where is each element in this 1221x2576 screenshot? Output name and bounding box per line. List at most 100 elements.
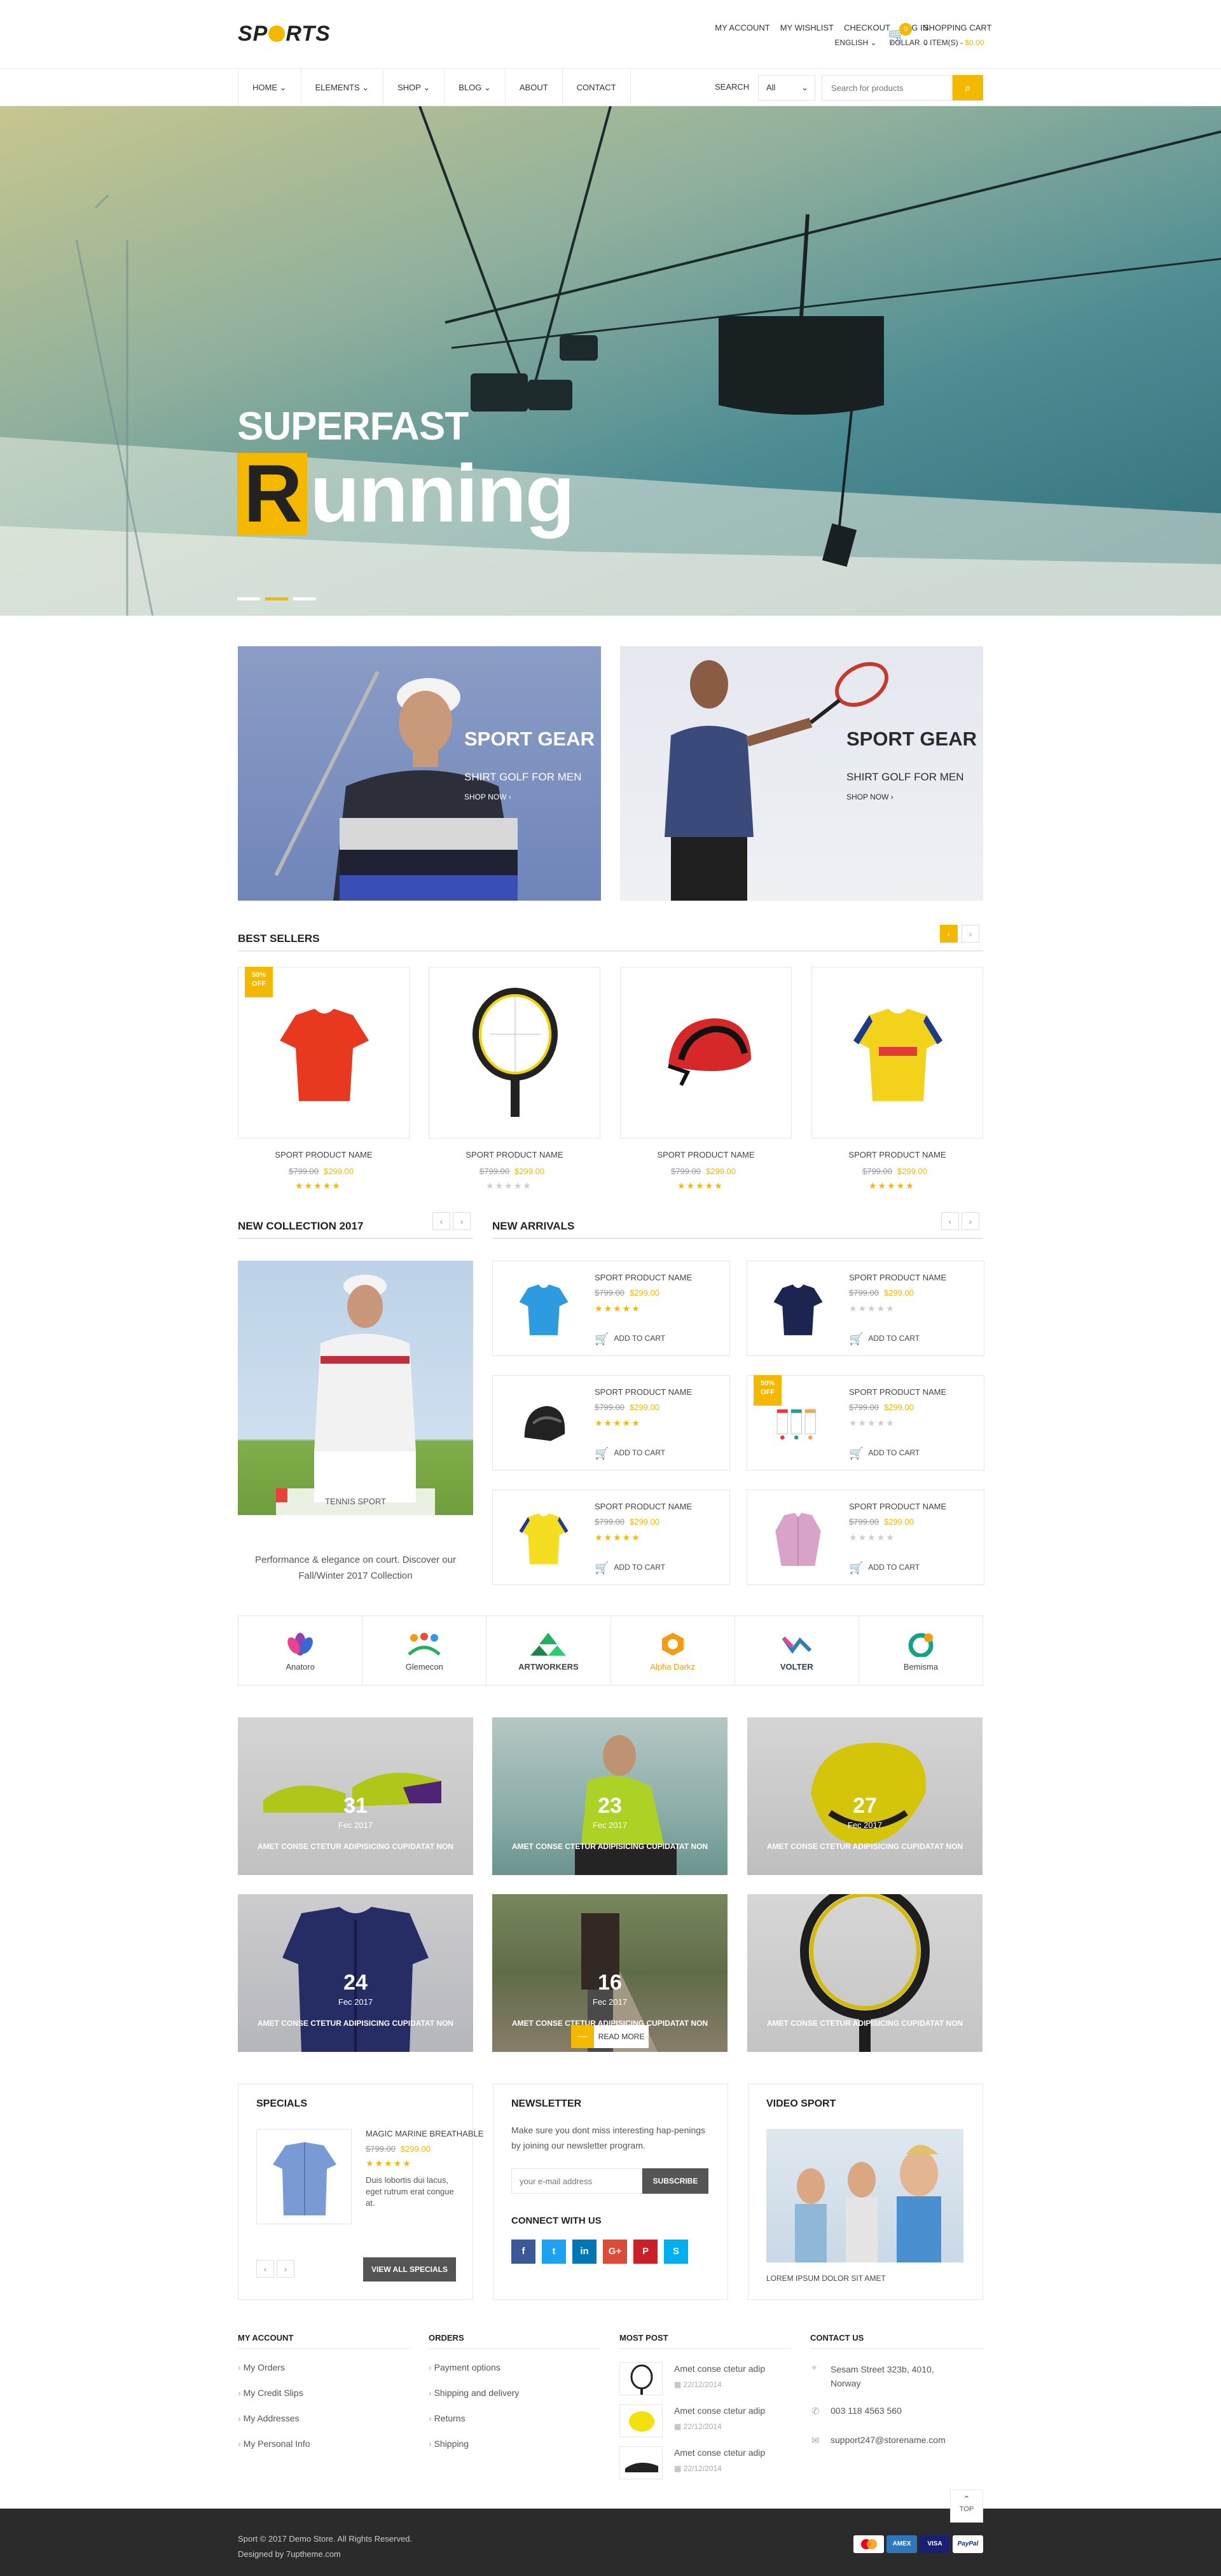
- my-wishlist-link[interactable]: MY WISHLIST: [780, 23, 834, 32]
- brand-logo-bemisma[interactable]: Bemisma: [859, 1616, 983, 1685]
- post-thumbnail[interactable]: [619, 2446, 663, 2479]
- arrival-card[interactable]: SPORT PRODUCT NAME $799.00 $299.00 ★★★★★ 🛒 AD…: [492, 1375, 730, 1471]
- promo-banner-tennis[interactable]: SPORT GEAR SHIRT GOLF FOR MEN SHOP NOW ›: [620, 646, 983, 901]
- linkedin-icon[interactable]: in: [572, 2240, 597, 2264]
- product-card[interactable]: 50% OFF: [238, 967, 410, 1139]
- product-name[interactable]: SPORT PRODUCT NAME: [811, 1150, 983, 1160]
- prev-arrow-button[interactable]: ‹: [940, 925, 958, 943]
- search-input[interactable]: [822, 75, 953, 100]
- slider-dot[interactable]: [237, 597, 260, 600]
- prev-arrow-button[interactable]: ‹: [432, 1212, 450, 1230]
- arrival-card[interactable]: SPORT PRODUCT NAME $799.00 $299.00 ★★★★★ 🛒 AD…: [747, 1490, 984, 1585]
- product-name[interactable]: SPORT PRODUCT NAME: [849, 1387, 946, 1397]
- shop-now-link[interactable]: SHOP NOW ›: [464, 793, 511, 801]
- add-to-cart-button[interactable]: 🛒 ADD TO CART: [595, 1447, 665, 1460]
- prev-arrow-button[interactable]: ‹: [941, 1212, 959, 1230]
- next-arrow-button[interactable]: ›: [962, 1212, 979, 1230]
- arrival-card[interactable]: SPORT PRODUCT NAME $799.00 $299.00 ★★★★★ 🛒 AD…: [492, 1490, 730, 1585]
- footer-link-credit-slips[interactable]: › My Credit Slips: [238, 2388, 303, 2398]
- brand-logo-artworkers[interactable]: ARTWORKERS: [486, 1616, 611, 1685]
- skype-icon[interactable]: S: [664, 2240, 688, 2264]
- product-name[interactable]: SPORT PRODUCT NAME: [595, 1273, 692, 1282]
- brand-logo-anatoro[interactable]: Anatoro: [238, 1616, 363, 1685]
- footer-link-payment-options[interactable]: › Payment options: [429, 2362, 500, 2372]
- slider-dot-active[interactable]: [265, 597, 288, 600]
- blog-post-card[interactable]: 16 Fec 2017 AMET CONSE CTETUR ADIPISICING …: [492, 1894, 728, 2052]
- contact-phone[interactable]: 003 118 4563 560: [831, 2406, 902, 2416]
- product-card[interactable]: [811, 967, 983, 1139]
- product-name[interactable]: SPORT PRODUCT NAME: [595, 1502, 692, 1511]
- blog-post-card[interactable]: 31 Fec 2017 AMET CONSE CTETUR ADIPISICING …: [238, 1717, 473, 1875]
- back-to-top-button[interactable]: ⌃ TOP: [950, 2489, 983, 2523]
- read-more-button[interactable]: READ MORE: [594, 2025, 649, 2048]
- footer-link-returns[interactable]: › Returns: [429, 2413, 466, 2423]
- add-to-cart-button[interactable]: 🛒 ADD TO CART: [849, 1562, 920, 1575]
- blog-post-card[interactable]: 27 Fec 2017 AMET CONSE CTETUR ADIPISICING …: [747, 1717, 983, 1875]
- language-select[interactable]: ENGLISH ⌄: [834, 38, 876, 47]
- footer-link-my-orders[interactable]: › My Orders: [238, 2362, 285, 2372]
- footer-link-shipping-delivery[interactable]: › Shipping and delivery: [429, 2388, 519, 2398]
- post-title[interactable]: AMET CONSE CTETUR ADIPISICING CUPIDATAT …: [747, 1842, 983, 1851]
- product-name[interactable]: SPORT PRODUCT NAME: [849, 1273, 946, 1282]
- next-arrow-button[interactable]: ›: [453, 1212, 471, 1230]
- arrival-card[interactable]: SPORT PRODUCT NAME $799.00 $299.00 ★★★★★ 🛒 AD…: [492, 1261, 730, 1356]
- checkout-link[interactable]: CHECKOUT: [844, 23, 890, 32]
- prev-arrow-button[interactable]: ‹: [256, 2260, 274, 2278]
- footer-link-shipping[interactable]: › Shipping: [429, 2439, 469, 2449]
- post-thumbnail[interactable]: [619, 2404, 663, 2437]
- twitter-icon[interactable]: t: [542, 2240, 566, 2264]
- brand-logo-alphadarkz[interactable]: Alpha Darkz: [611, 1616, 735, 1685]
- nav-item-blog[interactable]: BLOG ⌄: [444, 69, 505, 106]
- view-all-specials-button[interactable]: VIEW ALL SPECIALS: [363, 2257, 456, 2282]
- google-plus-icon[interactable]: G+: [603, 2240, 627, 2264]
- footer-link-addresses[interactable]: › My Addresses: [238, 2413, 300, 2423]
- product-name[interactable]: SPORT PRODUCT NAME: [595, 1387, 692, 1397]
- shop-now-link[interactable]: SHOP NOW ›: [846, 793, 893, 801]
- post-title[interactable]: Amet conse ctetur adip: [674, 2364, 765, 2374]
- add-to-cart-button[interactable]: 🛒 ADD TO CART: [595, 1562, 665, 1575]
- post-title[interactable]: AMET CONSE CTETUR ADIPISICING CUPIDATAT …: [238, 1842, 473, 1851]
- facebook-icon[interactable]: f: [511, 2240, 535, 2264]
- nav-item-elements[interactable]: ELEMENTS ⌄: [300, 69, 383, 106]
- slider-dot[interactable]: [293, 597, 316, 600]
- blog-post-card[interactable]: 23 Fec 2017 AMET CONSE CTETUR ADIPISICING …: [492, 1717, 728, 1875]
- product-name[interactable]: SPORT PRODUCT NAME: [429, 1150, 600, 1160]
- newsletter-email-input[interactable]: [511, 2168, 642, 2194]
- nav-item-contact[interactable]: CONTACT: [562, 69, 631, 106]
- contact-email[interactable]: support247@storename.com: [831, 2435, 946, 2445]
- product-name[interactable]: SPORT PRODUCT NAME: [849, 1502, 946, 1511]
- collection-image[interactable]: TENNIS SPORT: [238, 1261, 473, 1515]
- next-arrow-button[interactable]: ›: [962, 925, 979, 943]
- subscribe-button[interactable]: SUBSCRIBE: [642, 2168, 708, 2194]
- product-name[interactable]: SPORT PRODUCT NAME: [620, 1150, 792, 1160]
- mini-cart[interactable]: 🛒 0 SHOPPING CART 0 ITEM(S) - $0.00: [888, 23, 991, 52]
- arrival-card[interactable]: SPORT PRODUCT NAME $799.00 $299.00 ★★★★★ 🛒 AD…: [747, 1375, 984, 1471]
- product-card[interactable]: [429, 967, 600, 1139]
- nav-item-home[interactable]: HOME ⌄: [238, 69, 301, 106]
- blog-post-card[interactable]: AMET CONSE CTETUR ADIPISICING CUPIDATAT …: [747, 1894, 983, 2052]
- next-arrow-button[interactable]: ›: [277, 2260, 294, 2278]
- add-to-cart-button[interactable]: 🛒 ADD TO CART: [595, 1333, 665, 1346]
- post-thumbnail[interactable]: [619, 2362, 663, 2395]
- product-name[interactable]: SPORT PRODUCT NAME: [238, 1150, 410, 1160]
- special-product-image[interactable]: [256, 2129, 352, 2224]
- post-title[interactable]: AMET CONSE CTETUR ADIPISICING CUPIDATAT …: [492, 1842, 728, 1851]
- post-title[interactable]: Amet conse ctetur adip: [674, 2448, 765, 2458]
- promo-banner-golf[interactable]: SPORT GEAR SHIRT GOLF FOR MEN SHOP NOW ›: [238, 646, 601, 901]
- post-title[interactable]: Amet conse ctetur adip: [674, 2406, 765, 2416]
- nav-item-about[interactable]: ABOUT: [504, 69, 562, 106]
- footer-link-personal-info[interactable]: › My Personal Info: [238, 2439, 310, 2449]
- nav-item-shop[interactable]: SHOP ⌄: [383, 69, 444, 106]
- pinterest-icon[interactable]: P: [633, 2240, 658, 2264]
- product-card[interactable]: [620, 967, 792, 1139]
- brand-logo-glemecon[interactable]: Glemecon: [362, 1616, 487, 1685]
- blog-post-card[interactable]: 24 Fec 2017 AMET CONSE CTETUR ADIPISICING …: [238, 1894, 473, 2052]
- video-thumbnail[interactable]: [766, 2129, 963, 2262]
- special-product-name[interactable]: MAGIC MARINE BREATHABLE: [366, 2129, 483, 2138]
- add-to-cart-button[interactable]: 🛒 ADD TO CART: [849, 1447, 920, 1460]
- site-logo[interactable]: SPRTSSPORTS: [238, 22, 331, 46]
- designed-by-text[interactable]: Designed by 7uptheme.com: [238, 2549, 341, 2559]
- my-account-link[interactable]: MY ACCOUNT: [715, 23, 769, 32]
- search-category-select[interactable]: All ⌄: [758, 75, 815, 100]
- post-title[interactable]: AMET CONSE CTETUR ADIPISICING CUPIDATAT …: [747, 2019, 983, 2028]
